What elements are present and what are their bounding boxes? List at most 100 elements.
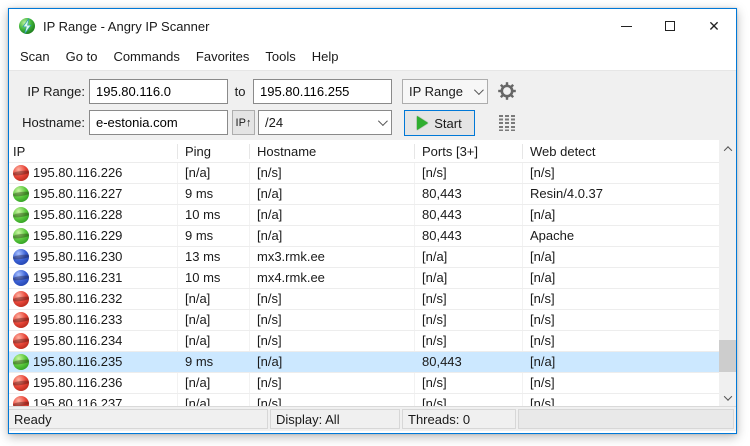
ports-cell: [n/s]: [415, 310, 523, 330]
column-header[interactable]: Web detect: [523, 144, 719, 159]
ping-cell: [n/a]: [178, 289, 250, 309]
fetchers-columns-icon: [499, 115, 515, 131]
ip-range-from-input[interactable]: [89, 79, 228, 104]
web-detect-cell: [n/a]: [523, 205, 719, 225]
status-bar: Ready Display: All Threads: 0: [9, 406, 736, 431]
web-detect-cell: [n/s]: [523, 163, 719, 183]
ip-range-label: IP Range:: [13, 79, 85, 104]
table-row[interactable]: 195.80.116.232 [n/a] [n/s] [n/s] [n/s]: [9, 289, 736, 310]
table-row[interactable]: 195.80.116.228 10 ms [n/a] 80,443 [n/a]: [9, 205, 736, 226]
table-row[interactable]: 195.80.116.235 9 ms [n/a] 80,443 [n/a]: [9, 352, 736, 373]
feed-type-select[interactable]: IP Range: [402, 79, 488, 104]
menu-bar: ScanGo toCommandsFavoritesToolsHelp: [9, 43, 736, 70]
hostname-cell: [n/a]: [250, 184, 415, 204]
ip-cell: 195.80.116.236: [33, 373, 122, 393]
netmask-value: /24: [265, 115, 283, 130]
netmask-combobox[interactable]: /24: [258, 110, 392, 135]
ping-cell: [n/a]: [178, 394, 250, 406]
web-detect-cell: [n/s]: [523, 331, 719, 351]
menu-item-go-to[interactable]: Go to: [58, 45, 106, 68]
vertical-scrollbar[interactable]: [719, 140, 736, 406]
close-icon: ✕: [708, 19, 720, 33]
hostname-cell: [n/s]: [250, 373, 415, 393]
ports-cell: 80,443: [415, 205, 523, 225]
table-row[interactable]: 195.80.116.237 [n/a] [n/s] [n/s] [n/s]: [9, 394, 736, 406]
host-status-icon: [13, 165, 29, 181]
ports-cell: [n/a]: [415, 268, 523, 288]
column-header[interactable]: Hostname: [250, 144, 415, 159]
start-button[interactable]: Start: [404, 110, 475, 136]
ip-cell: 195.80.116.229: [33, 226, 122, 246]
chevron-down-icon: [474, 85, 484, 95]
status-display-filter[interactable]: Display: All: [270, 409, 400, 429]
host-status-icon: [13, 396, 29, 406]
column-header[interactable]: Ports [3+]: [415, 144, 523, 159]
hostname-input[interactable]: [89, 110, 228, 135]
menu-item-favorites[interactable]: Favorites: [188, 45, 257, 68]
menu-item-tools[interactable]: Tools: [257, 45, 303, 68]
minimize-button[interactable]: [604, 9, 648, 43]
ip-range-to-input[interactable]: [253, 79, 392, 104]
hostname-label: Hostname:: [13, 110, 85, 135]
scrollbar-thumb[interactable]: [719, 340, 736, 372]
ip-cell: 195.80.116.237: [33, 394, 122, 406]
column-header[interactable]: Ping: [178, 144, 250, 159]
ping-cell: 10 ms: [178, 205, 250, 225]
ports-cell: [n/s]: [415, 289, 523, 309]
web-detect-cell: [n/a]: [523, 352, 719, 372]
results-table: IPPingHostnamePorts [3+]Web detect 195.8…: [9, 140, 736, 406]
ping-cell: [n/a]: [178, 373, 250, 393]
scroll-up-button[interactable]: [719, 140, 736, 157]
fetchers-button[interactable]: [496, 112, 518, 134]
hostname-cell: [n/s]: [250, 289, 415, 309]
host-status-icon: [13, 354, 29, 370]
hostname-cell: [n/s]: [250, 394, 415, 406]
table-header: IPPingHostnamePorts [3+]Web detect: [9, 140, 736, 163]
table-row[interactable]: 195.80.116.236 [n/a] [n/s] [n/s] [n/s]: [9, 373, 736, 394]
table-row[interactable]: 195.80.116.231 10 ms mx4.rmk.ee [n/a] [n…: [9, 268, 736, 289]
table-row[interactable]: 195.80.116.226 [n/a] [n/s] [n/s] [n/s]: [9, 163, 736, 184]
chevron-down-icon: [378, 116, 388, 126]
ip-up-button[interactable]: IP↑: [232, 110, 255, 135]
menu-item-scan[interactable]: Scan: [12, 45, 58, 68]
ports-cell: [n/s]: [415, 394, 523, 406]
table-row[interactable]: 195.80.116.227 9 ms [n/a] 80,443 Resin/4…: [9, 184, 736, 205]
to-label: to: [230, 79, 250, 104]
ip-cell: 195.80.116.231: [33, 268, 122, 288]
ports-cell: 80,443: [415, 352, 523, 372]
close-button[interactable]: ✕: [692, 9, 736, 43]
column-header[interactable]: IP: [9, 144, 178, 159]
window-title: IP Range - Angry IP Scanner: [43, 19, 604, 34]
ping-cell: 9 ms: [178, 352, 250, 372]
table-row[interactable]: 195.80.116.233 [n/a] [n/s] [n/s] [n/s]: [9, 310, 736, 331]
app-window: IP Range - Angry IP Scanner ✕ ScanGo toC…: [8, 8, 737, 434]
table-row[interactable]: 195.80.116.234 [n/a] [n/s] [n/s] [n/s]: [9, 331, 736, 352]
hostname-cell: [n/a]: [250, 205, 415, 225]
ip-cell: 195.80.116.227: [33, 184, 122, 204]
hostname-cell: mx4.rmk.ee: [250, 268, 415, 288]
table-row[interactable]: 195.80.116.230 13 ms mx3.rmk.ee [n/a] [n…: [9, 247, 736, 268]
ip-cell: 195.80.116.226: [33, 163, 122, 183]
menu-item-commands[interactable]: Commands: [105, 45, 187, 68]
title-bar[interactable]: IP Range - Angry IP Scanner ✕: [9, 9, 736, 43]
ip-cell: 195.80.116.228: [33, 205, 122, 225]
ping-cell: 9 ms: [178, 184, 250, 204]
table-row[interactable]: 195.80.116.229 9 ms [n/a] 80,443 Apache: [9, 226, 736, 247]
scroll-down-button[interactable]: [719, 389, 736, 406]
gear-icon: [497, 81, 517, 101]
preferences-button[interactable]: [496, 80, 518, 102]
web-detect-cell: Apache: [523, 226, 719, 246]
web-detect-cell: [n/a]: [523, 247, 719, 267]
ping-cell: 10 ms: [178, 268, 250, 288]
hostname-cell: [n/a]: [250, 352, 415, 372]
host-status-icon: [13, 228, 29, 244]
host-status-icon: [13, 207, 29, 223]
ping-cell: [n/a]: [178, 310, 250, 330]
ping-cell: 9 ms: [178, 226, 250, 246]
ping-cell: [n/a]: [178, 163, 250, 183]
ports-cell: 80,443: [415, 226, 523, 246]
hostname-cell: mx3.rmk.ee: [250, 247, 415, 267]
maximize-button[interactable]: [648, 9, 692, 43]
ip-cell: 195.80.116.232: [33, 289, 122, 309]
menu-item-help[interactable]: Help: [304, 45, 347, 68]
